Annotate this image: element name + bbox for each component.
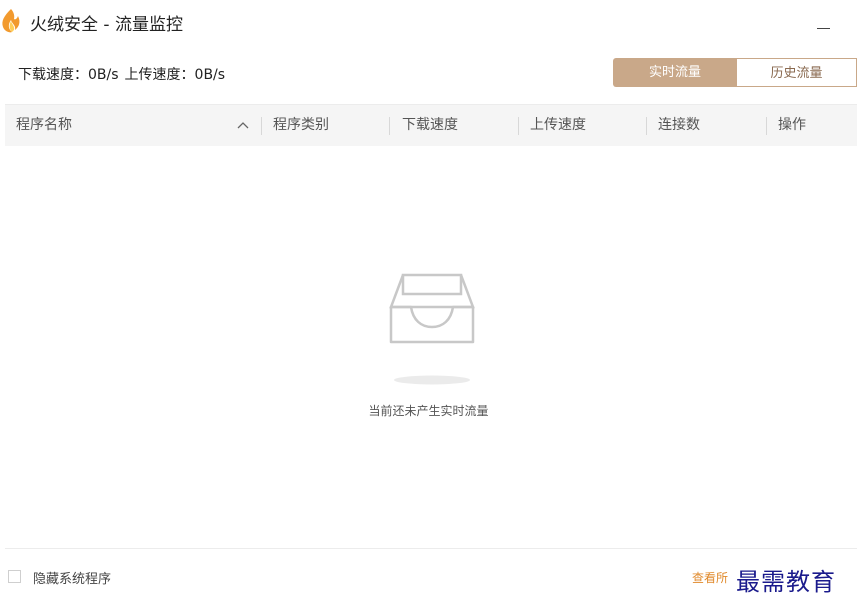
traffic-tabs: 实时流量 历史流量 (613, 58, 857, 87)
empty-state-message: 当前还未产生实时流量 (368, 404, 489, 418)
download-speed-text: 下载速度：0B/s (18, 67, 119, 83)
column-header-actions: 操作 (778, 117, 806, 133)
column-header-download-speed[interactable]: 下载速度 (402, 105, 458, 146)
window-title: 火绒安全 - 流量监控 (30, 15, 183, 35)
minimize-button[interactable] (805, 10, 835, 36)
column-header-program-name[interactable]: 程序名称 (16, 105, 72, 146)
hide-system-programs-checkbox[interactable] (8, 570, 21, 583)
hide-system-programs-label[interactable]: 隐藏系统程序 (33, 568, 111, 587)
huorong-logo-icon (2, 9, 20, 33)
column-header-upload-speed[interactable]: 上传速度 (530, 105, 586, 146)
speed-summary: 下载速度：0B/s 上传速度：0B/s (18, 64, 231, 84)
column-divider (389, 117, 390, 135)
column-header-program-category[interactable]: 程序类别 (273, 105, 329, 146)
column-divider (646, 117, 647, 135)
watermark-text: 最需教育 (736, 568, 836, 596)
tab-history-traffic[interactable]: 历史流量 (737, 58, 857, 87)
empty-tray-icon (389, 273, 475, 385)
view-all-link[interactable]: 查看所 (692, 569, 728, 586)
column-divider (766, 117, 767, 135)
footer-divider (5, 548, 857, 549)
table-header: 程序名称 程序类别 下载速度 上传速度 连接数 操作 (5, 104, 857, 146)
column-header-connections[interactable]: 连接数 (658, 105, 700, 146)
column-divider (518, 117, 519, 135)
title-bar: 火绒安全 - 流量监控 (0, 0, 857, 44)
tab-realtime-traffic[interactable]: 实时流量 (613, 58, 737, 87)
column-divider (261, 117, 262, 135)
chevron-up-icon[interactable] (235, 117, 251, 133)
upload-speed-text: 上传速度：0B/s (124, 67, 226, 83)
